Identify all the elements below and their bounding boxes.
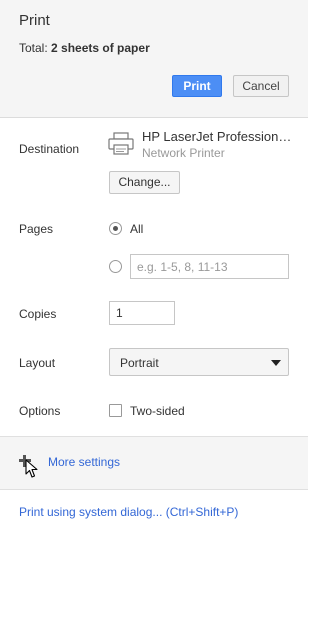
destination-label: Destination: [19, 142, 80, 156]
two-sided-label: Two-sided: [130, 404, 185, 418]
total-summary: Total: 2 sheets of paper: [19, 41, 150, 55]
layout-selected-value: Portrait: [120, 356, 159, 370]
copies-input[interactable]: [109, 301, 175, 325]
print-header: Print Total: 2 sheets of paper Print Can…: [0, 0, 308, 118]
options-label: Options: [19, 404, 61, 418]
pages-custom-radio[interactable]: [109, 260, 122, 273]
change-destination-button[interactable]: Change...: [109, 171, 180, 194]
total-label: Total:: [19, 41, 48, 55]
printer-type: Network Printer: [142, 146, 225, 160]
page-title: Print: [19, 12, 50, 29]
more-settings-label[interactable]: More settings: [48, 455, 120, 469]
layout-select[interactable]: Portrait: [109, 348, 289, 376]
system-dialog-link[interactable]: Print using system dialog... (Ctrl+Shift…: [19, 505, 238, 519]
pages-custom-input[interactable]: [130, 254, 289, 279]
total-value: 2 sheets of paper: [51, 41, 150, 55]
print-button[interactable]: Print: [172, 75, 222, 97]
pages-all-label: All: [130, 222, 144, 236]
layout-label: Layout: [19, 356, 56, 370]
printer-icon: [108, 132, 134, 155]
pages-all-radio[interactable]: [109, 222, 122, 235]
two-sided-checkbox[interactable]: [109, 404, 122, 417]
more-settings-row[interactable]: More settings: [0, 436, 308, 490]
dropdown-arrow-icon: [271, 360, 281, 366]
pages-label: Pages: [19, 222, 54, 236]
copies-label: Copies: [19, 307, 57, 321]
cancel-button[interactable]: Cancel: [233, 75, 289, 97]
mouse-cursor-icon: [25, 459, 38, 478]
printer-name: HP LaserJet Professiona...: [142, 129, 292, 144]
